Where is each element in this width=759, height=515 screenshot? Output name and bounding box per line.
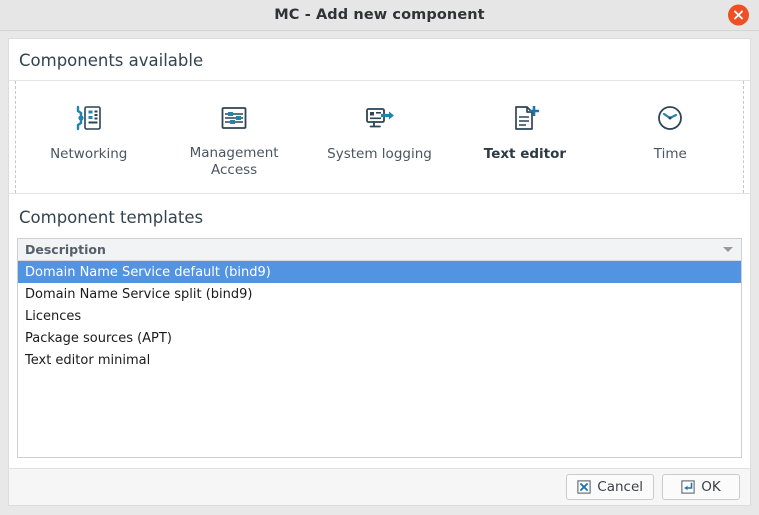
components-grid: Networking Management Access System logg… — [15, 81, 744, 193]
sliders-panel-icon — [219, 99, 249, 136]
cancel-button[interactable]: Cancel — [566, 474, 654, 500]
component-item-networking[interactable]: Networking — [16, 93, 161, 179]
column-header-description[interactable]: Description — [18, 239, 741, 261]
window-title: MC - Add new component — [274, 7, 485, 23]
ok-button-label: OK — [701, 479, 721, 495]
component-label: Networking — [50, 146, 128, 162]
component-item-system-logging[interactable]: System logging — [307, 93, 452, 179]
templates-list: Description Domain Name Service default … — [17, 238, 742, 458]
component-item-time[interactable]: Time — [598, 93, 743, 179]
component-label: System logging — [327, 146, 432, 162]
table-row[interactable]: Licences — [18, 305, 741, 327]
dialog-content: Components available Networking Manageme… — [8, 38, 751, 468]
table-row[interactable]: Domain Name Service default (bind9) — [18, 261, 741, 283]
cancel-x-box-icon — [577, 480, 591, 494]
templates-list-body: Domain Name Service default (bind9) Doma… — [18, 261, 741, 457]
components-available-heading: Components available — [19, 51, 204, 70]
component-label: Text editor — [483, 146, 567, 162]
sort-descending-triangle-icon[interactable] — [723, 247, 733, 252]
template-description: Domain Name Service default (bind9) — [25, 264, 271, 280]
column-header-label: Description — [25, 242, 106, 257]
close-icon[interactable] — [728, 4, 749, 26]
document-plus-icon — [510, 99, 540, 137]
dialog-action-bar: Cancel OK — [8, 468, 751, 506]
table-row[interactable]: Domain Name Service split (bind9) — [18, 283, 741, 305]
template-description: Package sources (APT) — [25, 330, 172, 346]
template-description: Licences — [25, 308, 82, 324]
components-grid-container: Networking Management Access System logg… — [9, 80, 750, 194]
component-label: Management Access — [189, 145, 279, 178]
ok-button[interactable]: OK — [662, 474, 740, 500]
cancel-button-label: Cancel — [597, 479, 643, 495]
component-label: Time — [653, 146, 687, 162]
enter-return-box-icon — [681, 480, 695, 494]
add-component-dialog: MC - Add new component Components availa… — [0, 0, 759, 515]
template-description: Domain Name Service split (bind9) — [25, 286, 253, 302]
table-row[interactable]: Text editor minimal — [18, 349, 741, 371]
component-item-text-editor[interactable]: Text editor — [452, 93, 597, 179]
component-templates-heading: Component templates — [19, 208, 204, 227]
window-footer — [0, 506, 759, 515]
component-item-management-access[interactable]: Management Access — [161, 93, 306, 179]
network-device-config-icon — [74, 99, 104, 137]
monitor-arrow-out-icon — [364, 99, 396, 137]
close-x-glyph — [734, 10, 743, 20]
clock-icon — [655, 99, 685, 137]
title-bar: MC - Add new component — [0, 0, 759, 31]
template-description: Text editor minimal — [25, 352, 151, 368]
table-row[interactable]: Package sources (APT) — [18, 327, 741, 349]
